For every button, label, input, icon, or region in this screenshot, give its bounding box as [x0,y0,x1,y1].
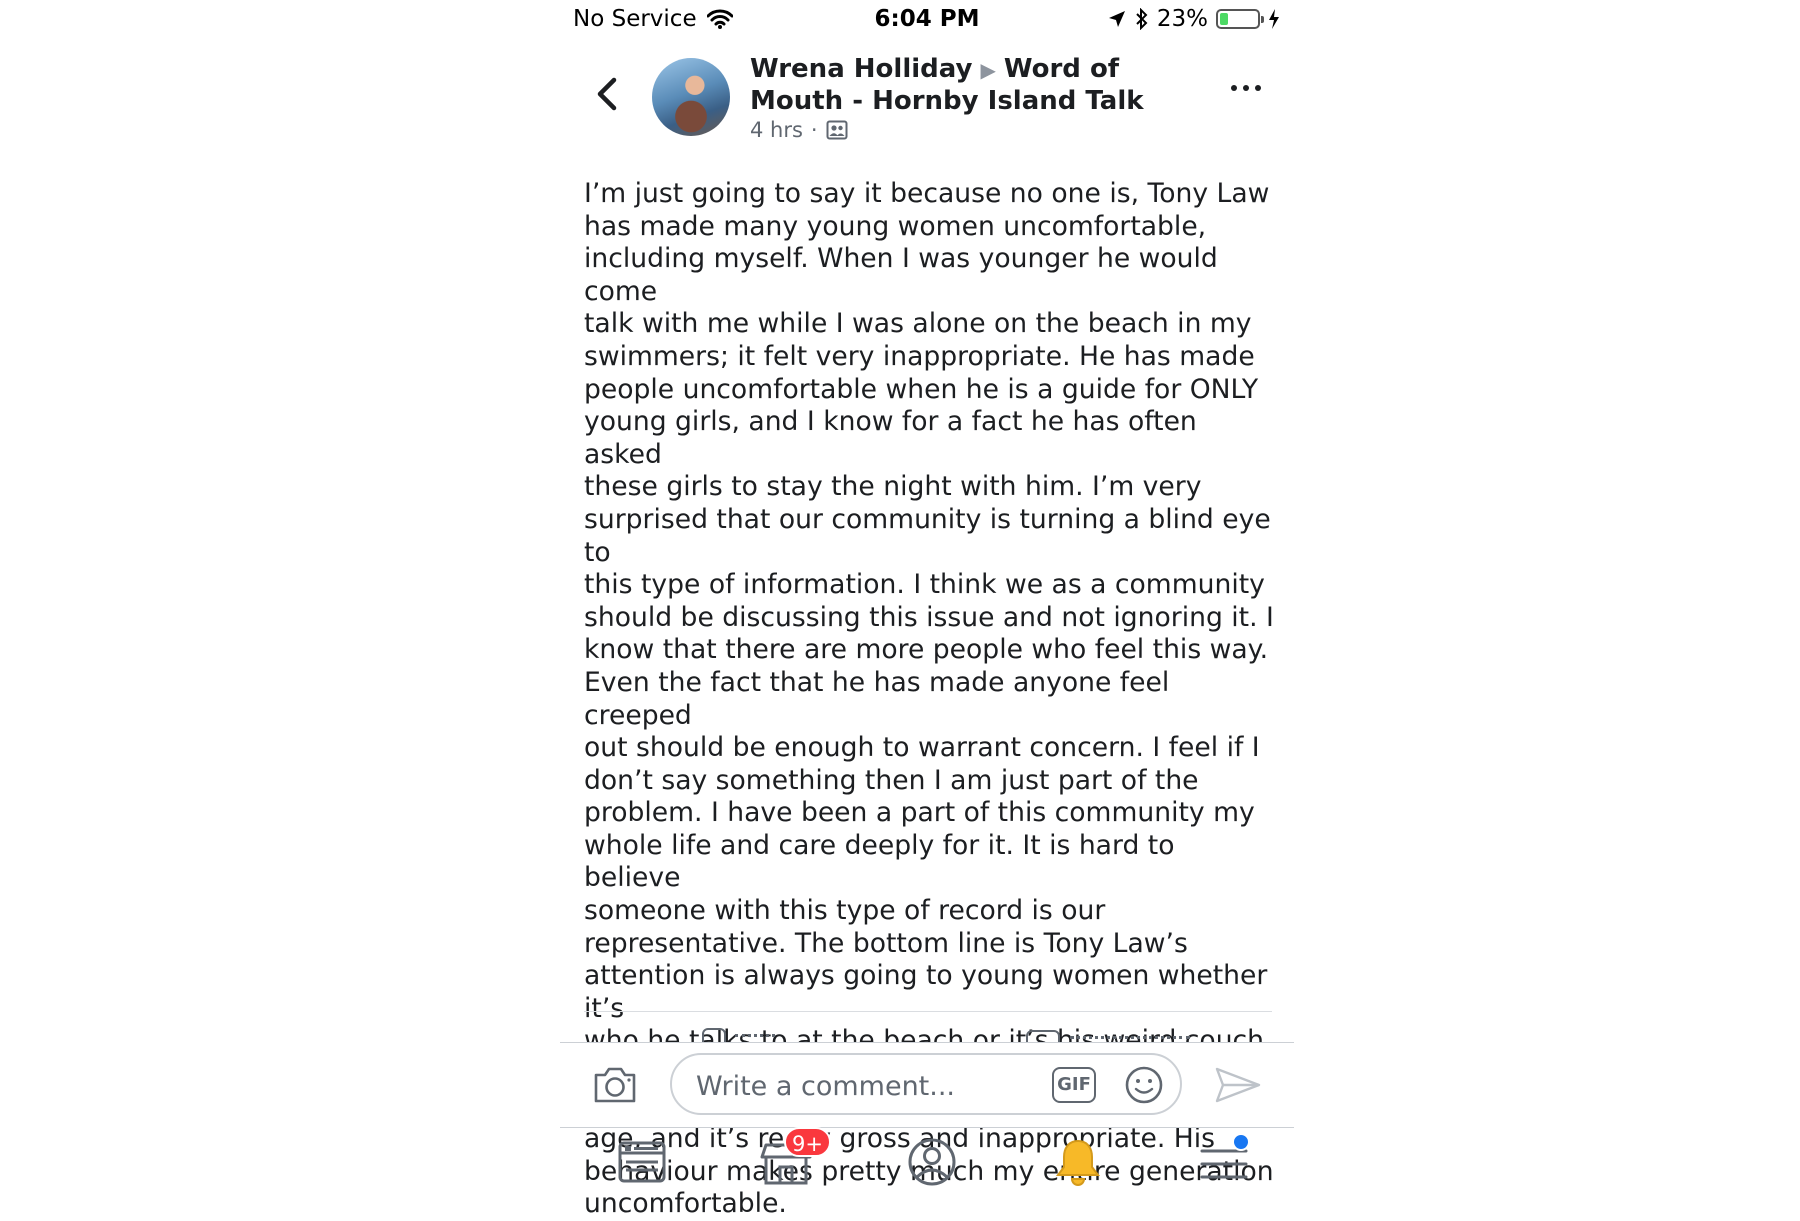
author-name-link[interactable]: Wrena Holliday [750,54,972,84]
comment-input[interactable] [694,1065,1028,1107]
meta-separator: · [810,118,818,142]
post-header: Wrena Holliday ▶ Word of Mouth - Hornby Is… [560,50,1294,160]
phone-screen: No Service 6:04 PM 23% Wrena Holliday ▶ … [560,0,1294,1219]
reactions-divider [584,1011,1272,1012]
like-button[interactable] [735,1034,775,1042]
post-meta: 4 hrs · [750,118,848,142]
comment-box: GIF [670,1053,1182,1115]
post-actions-row [560,1024,1294,1042]
comment-icon[interactable] [1026,1030,1060,1042]
group-audience-icon [826,120,848,140]
bluetooth-icon [1136,8,1148,30]
location-arrow-icon [1108,11,1125,27]
shared-to-arrow-icon: ▶ [980,58,996,82]
comment-composer: GIF [560,1042,1294,1128]
menu-notification-dot [1232,1133,1250,1151]
marketplace-badge: 9+ [784,1127,831,1157]
post-timestamp[interactable]: 4 hrs [750,118,803,142]
charging-bolt-icon [1269,9,1279,29]
status-bar: No Service 6:04 PM 23% [560,0,1294,38]
post-title: Wrena Holliday ▶ Word of Mouth - Hornby Is… [750,54,1210,117]
camera-icon[interactable] [592,1065,638,1105]
news-feed-icon[interactable] [612,1135,672,1189]
more-options-icon[interactable] [1228,78,1264,98]
back-chevron-icon[interactable] [590,74,626,114]
battery-icon [1216,9,1264,29]
like-icon[interactable] [702,1028,726,1042]
marketplace-tab[interactable]: 9+ [756,1127,831,1189]
profile-icon[interactable] [902,1135,962,1189]
menu-tab[interactable] [1194,1133,1254,1189]
emoji-icon[interactable] [1124,1065,1164,1105]
gif-button[interactable]: GIF [1052,1067,1096,1103]
bottom-tab-bar: 9+ [560,1127,1294,1200]
battery-level [1220,13,1228,25]
author-avatar[interactable] [652,58,730,136]
send-icon[interactable] [1214,1065,1262,1105]
battery-percent: 23% [1156,6,1208,32]
notifications-bell-icon[interactable] [1048,1135,1108,1189]
